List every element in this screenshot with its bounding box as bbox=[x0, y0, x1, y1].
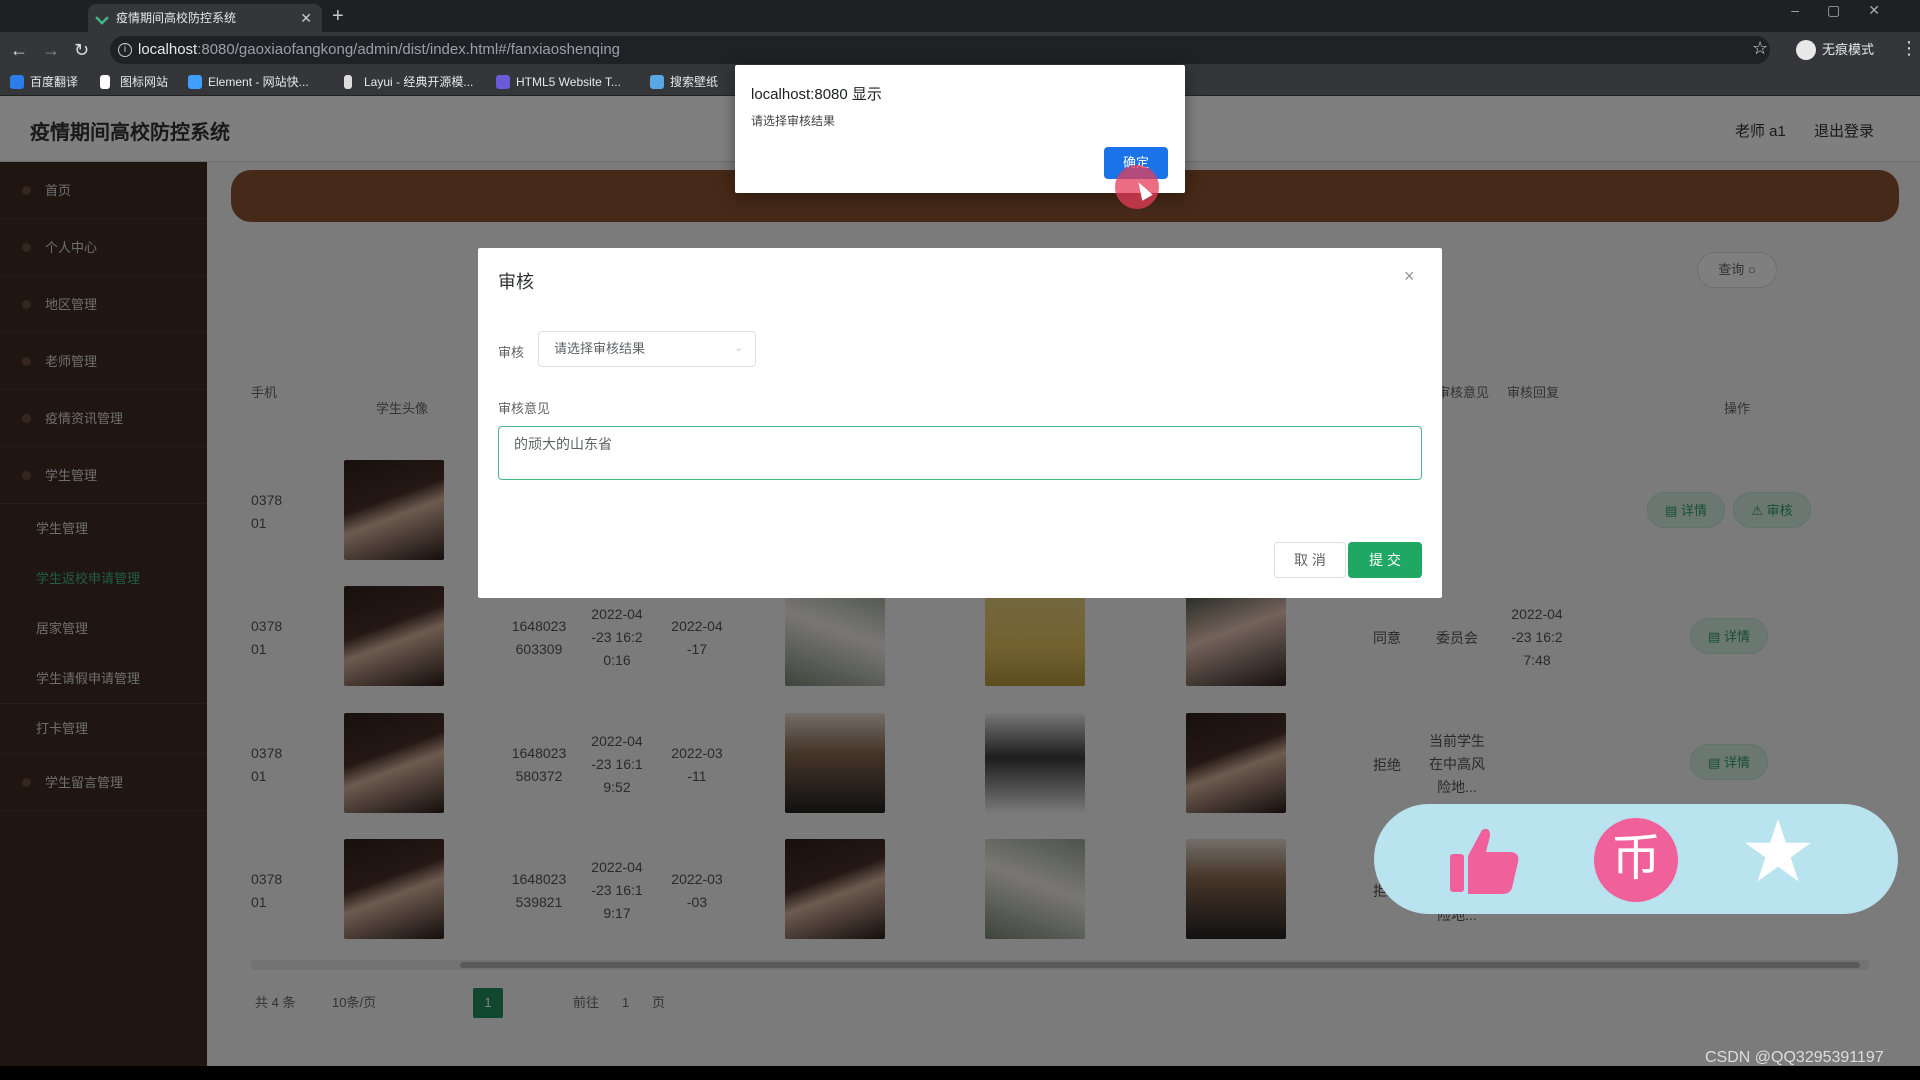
back-icon[interactable]: ← bbox=[10, 38, 28, 62]
incognito-label: 无痕模式 bbox=[1822, 42, 1875, 57]
audit-select-placeholder: 请选择审核结果 bbox=[554, 341, 646, 356]
info-icon[interactable]: i bbox=[118, 43, 132, 57]
incognito-indicator[interactable]: 无痕模式 bbox=[1796, 36, 1874, 64]
bookmark-item[interactable]: 搜索壁纸 bbox=[650, 72, 718, 92]
close-tab-icon[interactable]: ✕ bbox=[300, 4, 312, 32]
bookmark-item[interactable]: Layui - 经典开源模... bbox=[344, 72, 473, 92]
opinion-field-label: 审核意见 bbox=[498, 401, 551, 416]
new-tab-button[interactable]: + bbox=[332, 4, 344, 28]
bookmark-item[interactable]: 图标网站 bbox=[100, 72, 168, 92]
translate-icon bbox=[10, 75, 24, 89]
bookmark-item[interactable]: HTML5 Website T... bbox=[496, 72, 621, 92]
video-action-overlay: 币 ★ bbox=[1374, 804, 1898, 914]
audit-field-label: 审核 bbox=[498, 345, 525, 360]
alert-title: localhost:8080 显示 bbox=[751, 86, 882, 103]
url-path: :8080/gaoxiaofangkong/admin/dist/index.h… bbox=[197, 41, 621, 58]
bookmark-star-icon[interactable]: ☆ bbox=[1752, 38, 1768, 59]
coin-icon[interactable]: 币 bbox=[1594, 818, 1678, 902]
audit-opinion-textarea[interactable]: 的顽大的山东省 bbox=[498, 426, 1422, 480]
watermark-text: CSDN @QQ3295391197 bbox=[1705, 1049, 1884, 1066]
window-controls[interactable]: –▢✕ bbox=[1791, 2, 1908, 19]
close-icon[interactable]: × bbox=[1404, 266, 1415, 287]
dialog-title: 审核 bbox=[498, 272, 534, 292]
cancel-button[interactable]: 取 消 bbox=[1274, 542, 1346, 578]
chevron-down-icon: ⌄ bbox=[734, 343, 743, 354]
browser-tab[interactable]: 疫情期间高校防控系统 ✕ bbox=[88, 4, 322, 32]
vue-logo-icon bbox=[95, 11, 109, 25]
bookmark-item[interactable]: 百度翻译 bbox=[10, 72, 78, 92]
forward-icon[interactable]: → bbox=[42, 38, 60, 62]
thumbs-up-icon[interactable] bbox=[1444, 820, 1524, 900]
tab-title: 疫情期间高校防控系统 bbox=[116, 11, 237, 25]
flag-icon bbox=[100, 75, 110, 89]
audit-dialog: 审核 × 审核 请选择审核结果 ⌄ 审核意见 的顽大的山东省 取 消 提 交 bbox=[478, 248, 1442, 598]
reload-icon[interactable]: ↻ bbox=[74, 38, 89, 62]
wallpaper-icon bbox=[650, 75, 664, 89]
incognito-icon bbox=[1796, 40, 1816, 60]
browser-alert-dialog: localhost:8080 显示 请选择审核结果 确定 bbox=[735, 65, 1185, 193]
alert-message: 请选择审核结果 bbox=[751, 114, 836, 128]
video-bottom-bar bbox=[0, 1066, 1920, 1080]
address-bar[interactable]: i localhost:8080/gaoxiaofangkong/admin/d… bbox=[110, 36, 1770, 64]
audit-result-select[interactable]: 请选择审核结果 ⌄ bbox=[538, 331, 756, 367]
bookmark-item[interactable]: Element - 网站快... bbox=[188, 72, 309, 92]
layui-icon bbox=[344, 75, 352, 89]
html5-icon bbox=[496, 75, 510, 89]
browser-menu-icon[interactable]: ⋮ bbox=[1900, 38, 1918, 59]
submit-button[interactable]: 提 交 bbox=[1348, 542, 1422, 578]
url-host: localhost bbox=[138, 41, 198, 58]
favorite-star-icon[interactable]: ★ bbox=[1738, 809, 1818, 895]
element-icon bbox=[188, 75, 202, 89]
